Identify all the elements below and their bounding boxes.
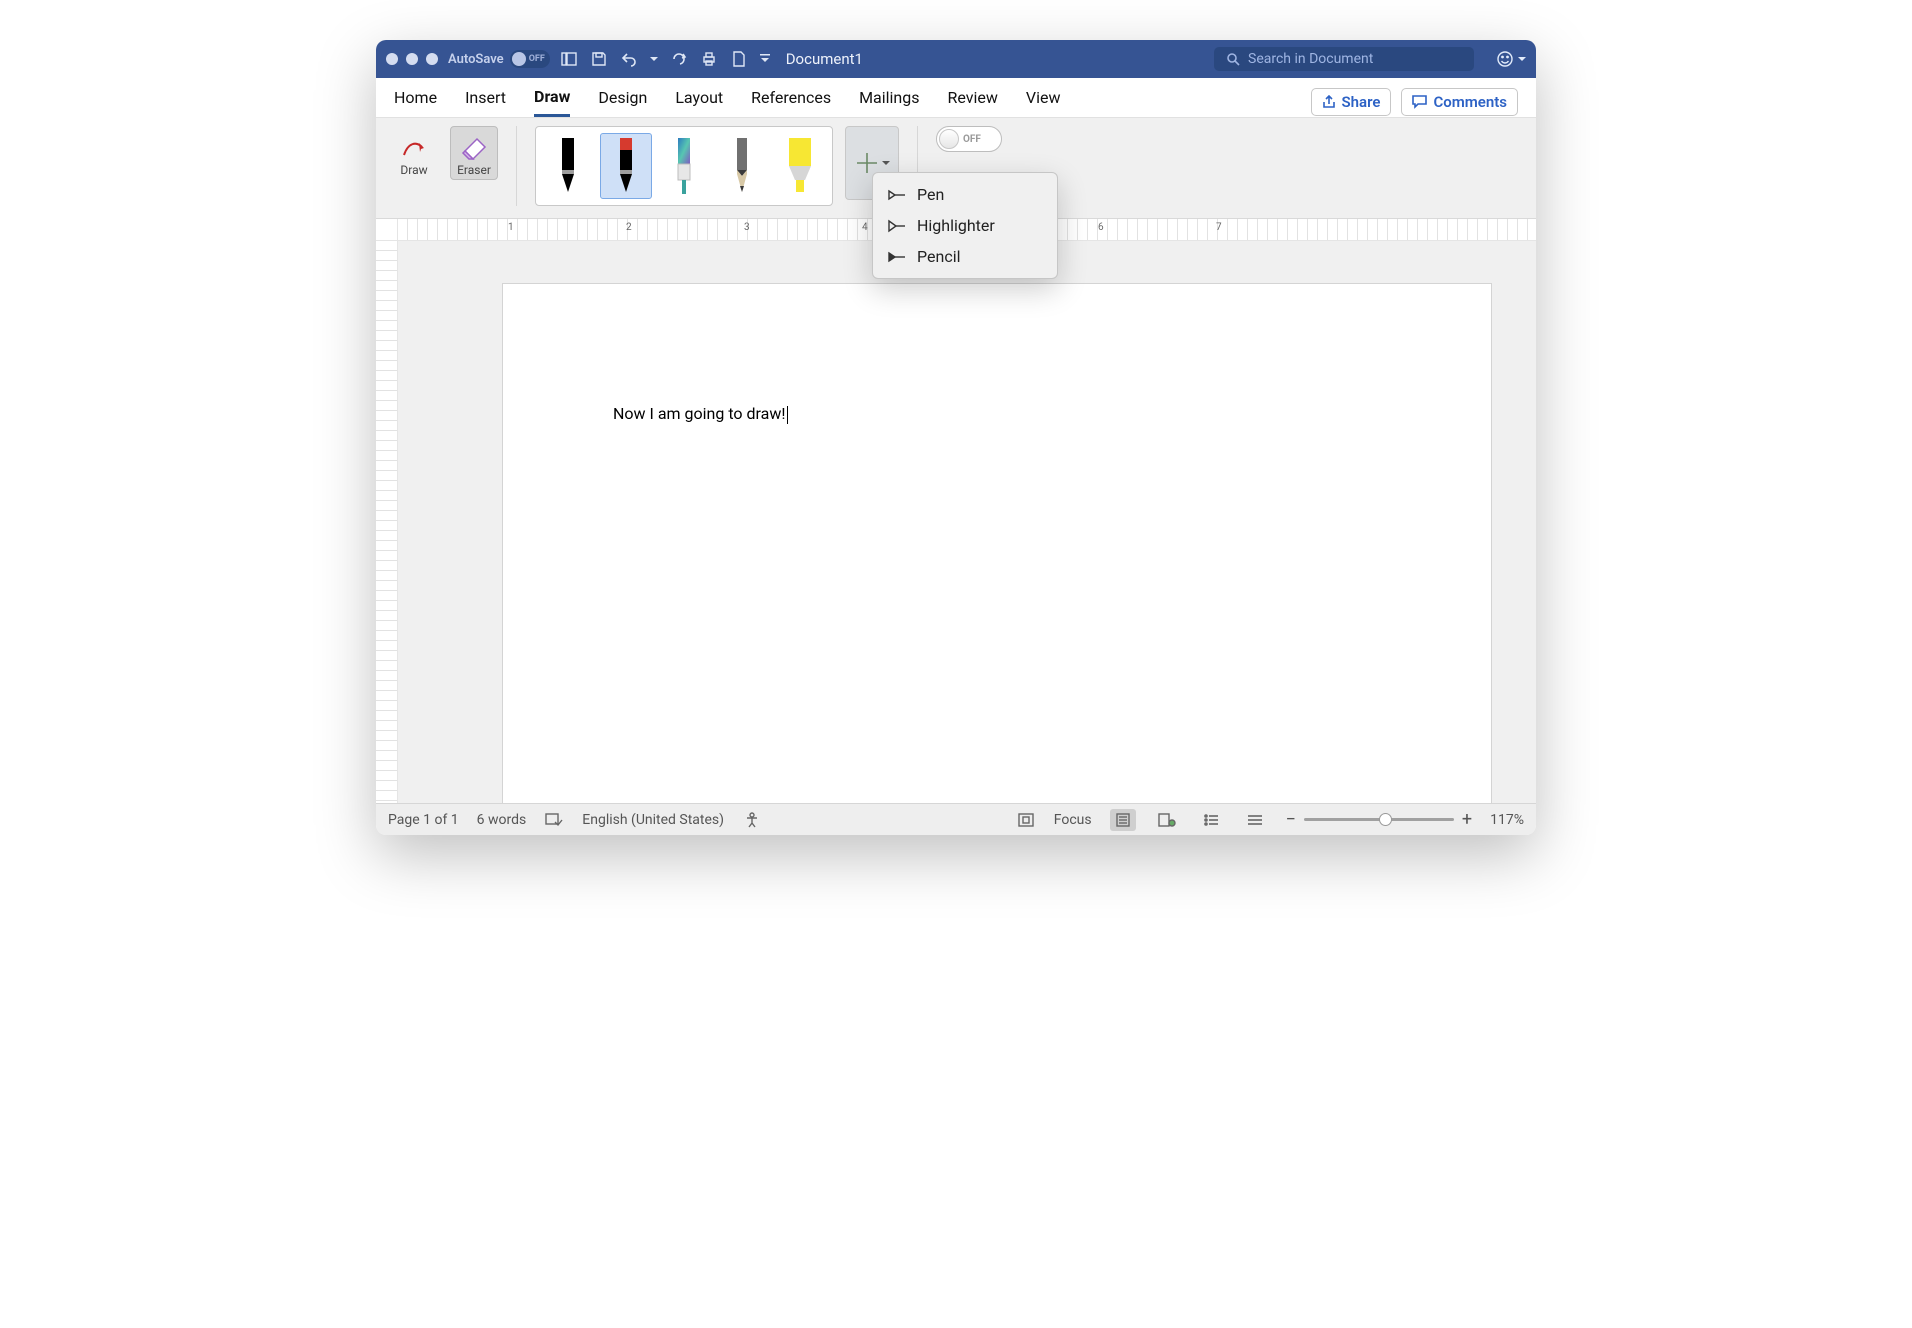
zoom-track[interactable]: [1304, 818, 1454, 821]
autosave-toggle[interactable]: AutoSave OFF: [448, 50, 550, 68]
tab-design[interactable]: Design: [598, 88, 647, 115]
view-outline[interactable]: [1198, 809, 1224, 831]
add-pen-menu: Pen Highlighter Pencil: [872, 172, 1058, 279]
pen-gallery: [535, 126, 833, 206]
menu-item-label: Pen: [917, 185, 944, 204]
comments-button[interactable]: Comments: [1401, 88, 1518, 116]
new-doc-icon[interactable]: [730, 50, 748, 68]
zoom-out-button[interactable]: −: [1286, 809, 1296, 830]
search-icon: [1226, 52, 1240, 66]
smile-icon: [1496, 50, 1514, 68]
status-bar: Page 1 of 1 6 words English (United Stat…: [376, 803, 1536, 835]
share-button[interactable]: Share: [1311, 88, 1392, 116]
title-bar: AutoSave OFF Document1: [376, 40, 1536, 78]
view-draft[interactable]: [1242, 809, 1268, 831]
undo-dropdown-icon[interactable]: [650, 50, 658, 68]
draw-mode-button[interactable]: Draw: [390, 126, 438, 180]
tab-insert[interactable]: Insert: [465, 88, 506, 115]
language-indicator[interactable]: English (United States): [582, 812, 724, 828]
eraser-button[interactable]: Eraser: [450, 126, 498, 180]
page[interactable]: Now I am going to draw!: [502, 283, 1492, 803]
pen-nib-icon: [887, 187, 907, 203]
undo-icon[interactable]: [620, 50, 638, 68]
comments-label: Comments: [1433, 93, 1507, 111]
highlighter-yellow[interactable]: [774, 133, 826, 199]
tab-layout[interactable]: Layout: [675, 88, 723, 115]
home-icon[interactable]: [560, 50, 578, 68]
view-print-layout[interactable]: [1110, 809, 1136, 831]
comment-icon: [1412, 95, 1427, 109]
search-input[interactable]: [1248, 51, 1462, 67]
zoom-window-icon[interactable]: [426, 53, 438, 65]
vertical-ruler[interactable]: [376, 241, 398, 803]
window-controls: [386, 53, 438, 65]
close-window-icon[interactable]: [386, 53, 398, 65]
spellcheck-icon[interactable]: [544, 810, 564, 830]
menu-item-highlighter[interactable]: Highlighter: [873, 210, 1057, 241]
focus-button[interactable]: Focus: [1054, 812, 1092, 828]
menu-item-pen[interactable]: Pen: [873, 179, 1057, 210]
view-web-layout[interactable]: [1154, 809, 1180, 831]
ruler-corner: [376, 219, 398, 241]
document-body-text: Now I am going to draw!: [613, 404, 786, 423]
pen-red[interactable]: [600, 133, 652, 199]
save-icon[interactable]: [590, 50, 608, 68]
zoom-level[interactable]: 117%: [1490, 812, 1524, 828]
minimize-window-icon[interactable]: [406, 53, 418, 65]
draw-touch-toggle[interactable]: OFF: [936, 126, 1002, 152]
text-cursor: [787, 406, 788, 424]
search-box[interactable]: [1214, 47, 1474, 71]
tab-mailings[interactable]: Mailings: [859, 88, 919, 115]
highlighter-nib-icon: [887, 218, 907, 234]
tab-review[interactable]: Review: [948, 88, 998, 115]
pen-galaxy[interactable]: [658, 133, 710, 199]
print-icon[interactable]: [700, 50, 718, 68]
redo-icon[interactable]: [670, 50, 688, 68]
draw-mode-label: Draw: [400, 163, 427, 177]
menu-item-label: Pencil: [917, 247, 960, 266]
tab-references[interactable]: References: [751, 88, 831, 115]
share-icon: [1322, 95, 1336, 109]
divider: [516, 126, 517, 206]
zoom-in-button[interactable]: +: [1462, 809, 1472, 830]
word-count[interactable]: 6 words: [477, 812, 527, 828]
app-window: AutoSave OFF Document1 Home Inse: [376, 40, 1536, 835]
menu-item-pencil[interactable]: Pencil: [873, 241, 1057, 272]
page-indicator[interactable]: Page 1 of 1: [388, 812, 459, 828]
customize-qat-icon[interactable]: [760, 50, 770, 68]
autosave-switch[interactable]: OFF: [510, 50, 550, 68]
tab-home[interactable]: Home: [394, 88, 437, 115]
ribbon-bar: Draw Eraser: [376, 118, 1536, 219]
canvas[interactable]: Now I am going to draw!: [398, 241, 1536, 803]
autosave-label: AutoSave: [448, 52, 504, 67]
document-title: Document1: [786, 50, 863, 68]
chevron-down-icon: [1518, 55, 1526, 63]
ribbon-tabs: Home Insert Draw Design Layout Reference…: [376, 78, 1536, 118]
eraser-icon: [459, 133, 489, 163]
chevron-down-icon: [882, 159, 890, 167]
tab-draw[interactable]: Draw: [534, 87, 570, 117]
zoom-slider[interactable]: − +: [1286, 809, 1473, 830]
eraser-label: Eraser: [457, 163, 491, 177]
quick-access-toolbar: [560, 50, 770, 68]
pencil-gray[interactable]: [716, 133, 768, 199]
pen-black[interactable]: [542, 133, 594, 199]
pencil-nib-icon: [887, 249, 907, 265]
feedback-button[interactable]: [1496, 50, 1526, 68]
menu-item-label: Highlighter: [917, 216, 995, 235]
document-area: Now I am going to draw!: [376, 241, 1536, 803]
share-label: Share: [1342, 93, 1381, 111]
tab-view[interactable]: View: [1026, 88, 1061, 115]
focus-icon[interactable]: [1016, 810, 1036, 830]
zoom-thumb[interactable]: [1379, 813, 1392, 826]
accessibility-icon[interactable]: [742, 810, 762, 830]
lasso-draw-icon: [399, 133, 429, 163]
